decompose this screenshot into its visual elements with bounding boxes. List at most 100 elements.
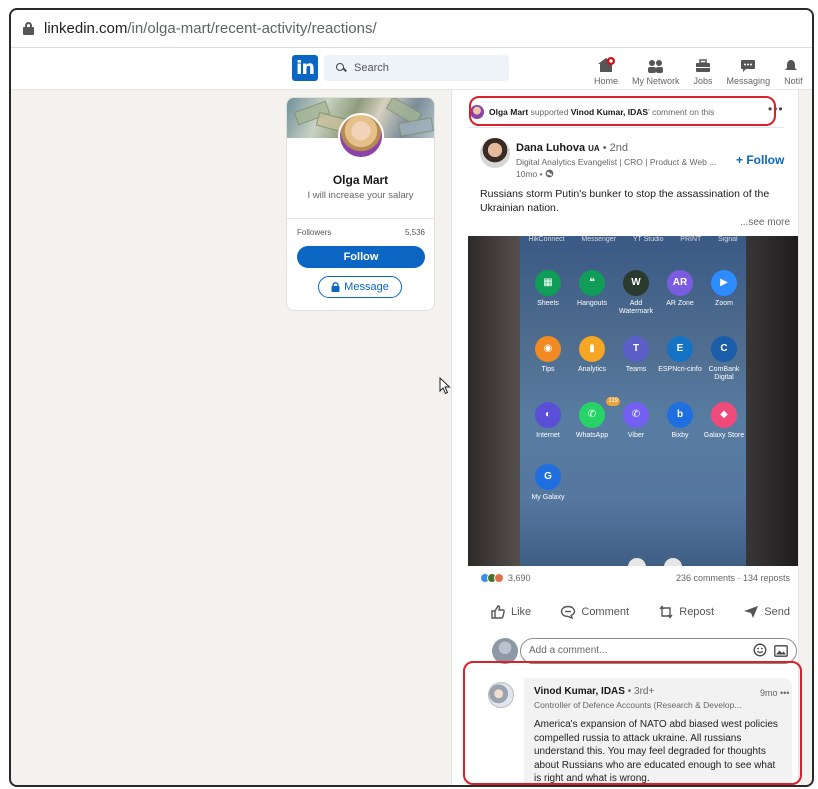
repost-button[interactable]: Repost	[658, 604, 714, 620]
app-icon: AR AR Zone	[658, 270, 702, 308]
linkedin-navbar: in Search Home My Network Jobs Messaging	[11, 48, 812, 90]
send-icon	[744, 606, 759, 618]
post-video[interactable]: HikConnect Messenger YT Studio PRINT Signal …	[468, 236, 798, 566]
app-icon: T Teams	[614, 336, 658, 374]
followers-row: Followers 5,536	[297, 228, 425, 237]
bell-icon	[785, 60, 798, 70]
lock-icon	[23, 22, 34, 35]
nav-notifications[interactable]: Notif	[784, 48, 806, 90]
nav-home[interactable]: Home	[594, 48, 618, 90]
actor-avatar	[470, 105, 484, 119]
app-glyph-icon: b	[667, 402, 693, 428]
comment-text: America's expansion of NATO abd biased w…	[534, 719, 778, 784]
post-text: Russians storm Putin's bunker to stop th…	[480, 188, 770, 214]
nav-jobs[interactable]: Jobs	[694, 48, 713, 90]
app-glyph-icon: ▮	[579, 336, 605, 362]
like-button[interactable]: Like	[490, 604, 531, 620]
jobs-icon	[696, 59, 711, 72]
emoji-icon[interactable]	[753, 643, 767, 657]
phone-top-row-label: YT Studio	[632, 236, 664, 243]
app-icon: ✆ Viber	[614, 402, 658, 440]
app-glyph-icon: AR	[667, 270, 693, 296]
app-glyph-icon: ◉	[535, 336, 561, 362]
profile-avatar[interactable]	[338, 113, 384, 159]
author-avatar[interactable]	[480, 138, 510, 168]
comment-button[interactable]: Comment	[560, 604, 629, 620]
app-label: Sheets	[537, 300, 559, 307]
app-label: ComBank Digital	[708, 366, 740, 381]
address-bar[interactable]: linkedin.com/in/olga-mart/recent-activit…	[11, 10, 812, 48]
my-avatar	[492, 638, 518, 664]
app-icon: ◐ Internet	[526, 402, 570, 440]
author-name[interactable]: Dana Luhova UA • 2nd	[516, 142, 628, 154]
app-icon: ▮ Analytics	[570, 336, 614, 374]
app-icon: E ESPNcri-cinfo	[658, 336, 702, 374]
app-label: AR Zone	[666, 300, 694, 307]
followers-count: 5,536	[404, 228, 425, 237]
profile-card: Olga Mart I will increase your salary Fo…	[286, 97, 435, 311]
reactions-summary[interactable]: 3,690	[480, 573, 531, 583]
phone-top-row: HikConnect Messenger YT Studio PRINT Signal	[520, 236, 746, 246]
profile-name[interactable]: Olga Mart	[287, 173, 434, 187]
globe-icon	[545, 169, 554, 178]
divider	[468, 127, 784, 128]
nav-my-network[interactable]: My Network	[632, 48, 680, 90]
app-icon: W Add Watermark	[614, 270, 658, 316]
app-label: ESPNcri-cinfo	[658, 366, 702, 373]
activity-header: Olga Mart supported Vinod Kumar, IDAS ' c…	[470, 102, 790, 122]
follow-button[interactable]: Follow	[297, 246, 425, 268]
app-glyph-icon: ❝	[579, 270, 605, 296]
comment-composer: Add a comment...	[482, 638, 797, 666]
see-more-link[interactable]: ...see more	[740, 217, 790, 228]
linkedin-logo[interactable]: in	[292, 55, 318, 81]
app-icon: G My Galaxy	[526, 464, 570, 502]
app-icon: ▶ Zoom	[702, 270, 746, 308]
app-label: Galaxy Store	[703, 432, 745, 439]
app-glyph-icon: ✆	[579, 402, 605, 428]
app-icon: b Bixby	[658, 402, 702, 440]
app-label: Teams	[625, 366, 647, 373]
photo-icon[interactable]	[774, 645, 788, 657]
follow-author-button[interactable]: + Follow	[736, 153, 784, 167]
app-glyph-icon: ✆	[623, 402, 649, 428]
app-label: Viber	[627, 432, 645, 439]
post-actions: Like Comment Repost Send	[490, 604, 790, 620]
send-button[interactable]: Send	[743, 604, 790, 620]
app-icon: C ComBank Digital	[702, 336, 746, 382]
app-icon: ▦ Sheets	[526, 270, 570, 308]
app-label: My Galaxy	[531, 494, 565, 501]
commenter-avatar[interactable]	[488, 682, 514, 708]
app-label: Hangouts	[577, 300, 607, 307]
comments-reposts-count[interactable]: 236 comments · 134 reposts	[676, 573, 790, 583]
phone-top-row-label: HikConnect	[528, 236, 565, 243]
author-headline: Digital Analytics Evangelist | CRO | Pro…	[516, 157, 717, 167]
more-options-icon[interactable]: •••	[768, 102, 784, 116]
comment-bubble: Vinod Kumar, IDAS • 3rd+ 9mo ••• Control…	[524, 678, 792, 785]
app-glyph-icon: ▦	[535, 270, 561, 296]
phone-screen-image: HikConnect Messenger YT Studio PRINT Signal …	[520, 236, 746, 566]
app-label: WhatsApp	[575, 432, 609, 439]
commenter-name[interactable]: Vinod Kumar, IDAS • 3rd+	[534, 686, 782, 697]
nav-items: Home My Network Jobs Messaging Notif	[594, 48, 806, 90]
messaging-icon	[741, 60, 756, 72]
browser-window: linkedin.com/in/olga-mart/recent-activit…	[9, 8, 814, 787]
app-label: Internet	[536, 432, 560, 439]
activity-feed: Olga Mart supported Vinod Kumar, IDAS ' c…	[451, 90, 799, 785]
app-label: Add Watermark	[619, 300, 653, 315]
app-glyph-icon: ◆	[711, 402, 737, 428]
app-glyph-icon: ▶	[711, 270, 737, 296]
lock-icon	[331, 282, 340, 292]
app-icon: ✆ 119 WhatsApp	[570, 397, 620, 440]
nav-messaging[interactable]: Messaging	[727, 48, 770, 90]
love-reaction-icon	[494, 573, 504, 583]
app-icon: ◆ Galaxy Store	[702, 402, 746, 440]
phone-top-row-label: Signal	[718, 236, 738, 243]
search-placeholder: Search	[354, 62, 389, 74]
app-glyph-icon: ◐	[535, 402, 561, 428]
app-glyph-icon: T	[623, 336, 649, 362]
search-input[interactable]: Search	[324, 55, 509, 81]
message-button[interactable]: Message	[318, 276, 402, 298]
app-icon: ◉ Tips	[526, 336, 570, 374]
comment-time[interactable]: 9mo •••	[760, 688, 789, 698]
comment-icon	[561, 605, 576, 619]
